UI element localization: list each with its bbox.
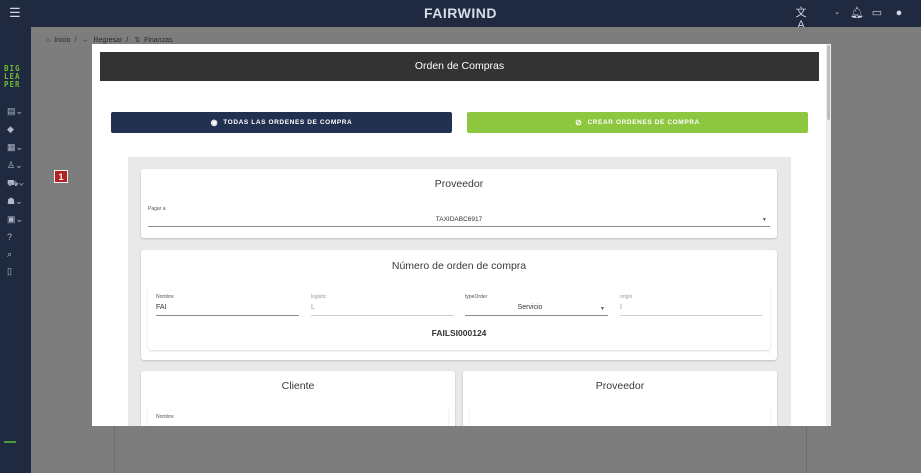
client-fields: Nombre [148,407,448,426]
pay-to-select[interactable]: TAXIDABC6917 [141,216,777,223]
origin-label: origin [620,294,633,300]
name-input[interactable]: FAI [156,304,167,311]
top-bar: ☰ FAIRWIND 文A ⌄ 🔔︎ ▭ ● [0,0,921,31]
chevron-down-icon[interactable]: ▼ [600,306,605,312]
client-name-label: Nombre [156,414,174,420]
tag-icon[interactable]: ◆ [7,124,25,135]
breadcrumb-back[interactable]: Regresar [93,37,122,44]
breadcrumb: ⌂ Inicio / ← Regresar / ⇅ Finanzas [46,37,173,44]
search-icon[interactable]: ⌕ [7,249,25,260]
type-order-select[interactable]: Servicio [465,304,595,311]
origin-input[interactable]: I [620,304,622,311]
document-icon[interactable]: ▤⌄ [7,106,25,117]
create-order-button[interactable]: ⊘ CREAR ORDENES DE COMPRA [467,112,808,133]
group-icon[interactable]: ☗⌄ [7,196,25,207]
sidebar: BIG LEA PER ▤⌄ ◆ ▦⌄ ♙⌄ ⛟⌄ ☗⌄ ▣⌄ ? ⌕ ▯ [0,27,31,473]
purchase-order-modal: Orden de Compras ◉ TODAS LAS ORDENES DE … [92,44,831,426]
translate-icon[interactable]: 文A [795,7,807,31]
chat-icon[interactable]: ▭ [871,7,883,19]
all-orders-label: TODAS LAS ORDENES DE COMPRA [223,119,353,126]
modal-title: Orden de Compras [100,52,819,81]
help-icon[interactable]: ? [7,232,25,243]
sidebar-footer-line [4,441,16,443]
modal-scrollbar-thumb[interactable] [827,45,830,120]
backdrop-divider [806,426,807,473]
client-title: Cliente [281,380,315,392]
book-icon[interactable]: ▯ [7,266,25,277]
bell-icon[interactable]: 🔔︎ [850,7,864,19]
order-code: FAILSI000124 [431,328,487,338]
eye-icon: ◉ [210,118,219,127]
backdrop-divider [114,426,115,473]
chart-icon[interactable]: ▦⌄ [7,142,25,153]
client-card: Cliente Nombre [141,371,455,426]
home-icon: ⌂ [46,37,51,44]
breadcrumb-current: Finanzas [144,37,173,44]
eye-off-icon: ⊘ [575,118,583,127]
step-badge: 1 [54,170,68,183]
logo: BIG LEA PER [4,64,21,89]
all-orders-button[interactable]: ◉ TODAS LAS ORDENES DE COMPRA [111,112,452,133]
name-underline [156,315,299,316]
name-label: Nombre [156,294,174,300]
account-icon[interactable]: ● [893,7,905,19]
type-order-label: typeOrder [465,294,488,300]
form-area: Proveedor Pagar a TAXIDABC6917 ▼ Número … [128,157,791,426]
app-title: FAIRWIND [424,5,497,21]
supplier-card: Proveedor Pagar a TAXIDABC6917 ▼ [141,169,777,238]
pay-to-label: Pagar a [148,206,166,212]
back-icon: ← [82,37,90,44]
origin-underline [620,315,762,316]
order-number-title: Número de orden de compra [391,260,527,272]
type-order-underline [465,315,608,316]
dropdown-caret-icon[interactable]: ⌄ [831,7,843,19]
supplier-detail-fields [470,407,770,426]
supplier-detail-title: Proveedor [595,380,645,392]
chevron-down-icon[interactable]: ▼ [762,217,767,223]
supplier-title: Proveedor [434,178,484,190]
create-order-label: CREAR ORDENES DE COMPRA [587,119,700,126]
logistic-input[interactable]: L [311,304,315,311]
person-icon[interactable]: ♙⌄ [7,160,25,171]
logistic-label: logistic [311,294,327,300]
logistic-underline [311,315,454,316]
finance-icon: ⇅ [134,37,141,44]
truck-icon[interactable]: ⛟⌄ [7,178,25,189]
pay-to-underline [148,226,770,227]
breadcrumb-home[interactable]: Inicio [54,37,70,44]
order-number-fields: Nombre FAI logistic L typeOrder Servicio… [148,287,770,350]
supplier-detail-card: Proveedor [463,371,777,426]
order-number-card: Número de orden de compra Nombre FAI log… [141,250,777,360]
folder-icon[interactable]: ▣⌄ [7,214,25,225]
